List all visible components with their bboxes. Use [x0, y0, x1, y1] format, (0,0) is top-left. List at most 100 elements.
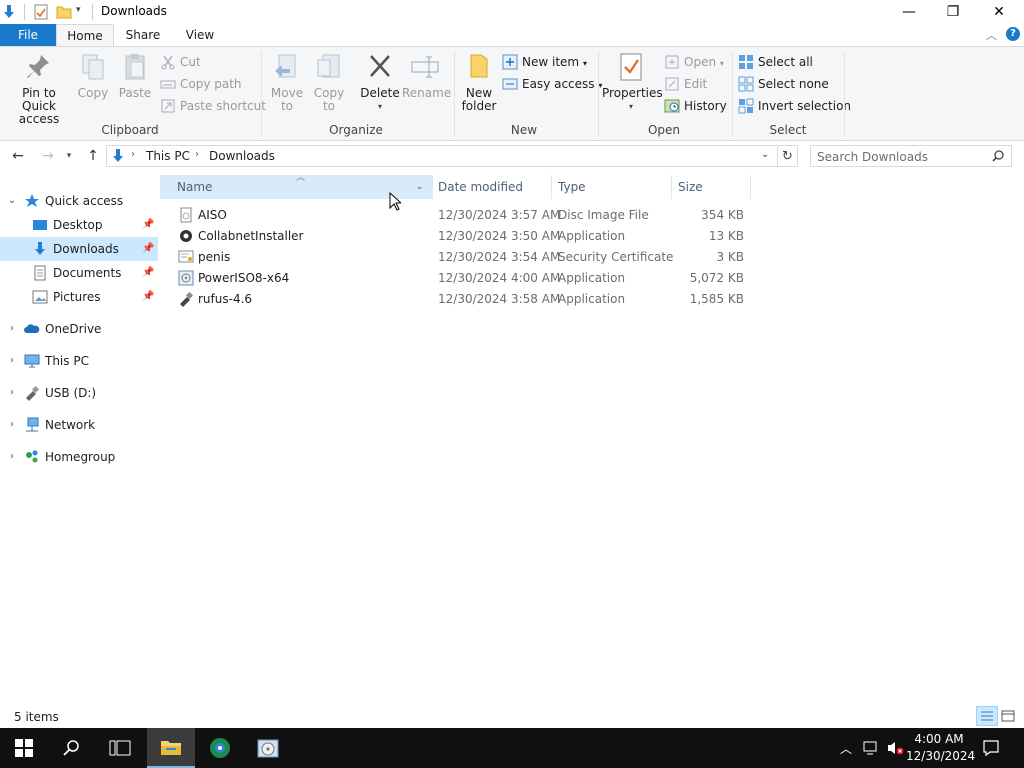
properties-button[interactable]: Properties ▾: [602, 51, 663, 113]
collapsed-chevron-icon[interactable]: ›: [6, 445, 18, 469]
column-header-name-label: Name: [177, 180, 213, 194]
tab-file[interactable]: File: [0, 24, 56, 46]
details-view-icon[interactable]: [976, 706, 998, 726]
copy-button[interactable]: Copy: [76, 51, 110, 100]
nav-usb-drive-label: USB (D:): [45, 386, 97, 400]
expanded-chevron-icon[interactable]: ⌄: [6, 189, 18, 213]
breadcrumb-downloads[interactable]: Downloads: [209, 149, 275, 163]
move-to-button[interactable]: Move to: [268, 51, 306, 113]
delete-dropdown-icon[interactable]: ▾: [360, 100, 400, 113]
paste-shortcut-button[interactable]: Paste shortcut: [160, 97, 266, 115]
show-hidden-icons-chevron-icon[interactable]: ︿: [840, 740, 852, 757]
back-arrow-icon[interactable]: ←: [8, 147, 28, 165]
address-bar[interactable]: › This PC › Downloads ⌄: [106, 145, 778, 167]
properties-quick-icon[interactable]: [33, 4, 49, 20]
help-icon[interactable]: ?: [1006, 27, 1020, 41]
nav-pictures[interactable]: Pictures 📌: [0, 285, 158, 309]
column-header-size[interactable]: Size: [678, 175, 703, 199]
volume-muted-icon[interactable]: [886, 740, 904, 759]
refresh-icon[interactable]: ↻: [778, 145, 798, 167]
minimize-button[interactable]: —: [886, 0, 932, 24]
delete-button[interactable]: Delete ▾: [360, 51, 400, 113]
onedrive-icon: [24, 321, 40, 337]
pin-icon[interactable]: 📌: [142, 261, 154, 285]
nav-quick-access[interactable]: ⌄ Quick access: [0, 189, 158, 213]
collapsed-chevron-icon[interactable]: ›: [6, 349, 18, 373]
column-divider[interactable]: [671, 175, 672, 199]
rename-button[interactable]: Rename: [402, 51, 451, 100]
copy-path-button[interactable]: Copy path: [160, 75, 242, 93]
file-row[interactable]: AISO 12/30/2024 3:57 AM Disc Image File …: [160, 205, 752, 226]
pin-icon[interactable]: 📌: [142, 237, 154, 261]
action-center-icon[interactable]: [982, 739, 1000, 760]
properties-dropdown-icon[interactable]: ▾: [602, 100, 660, 113]
file-row[interactable]: PowerISO8-x64 12/30/2024 4:00 AM Applica…: [160, 268, 752, 289]
nav-homegroup[interactable]: › Homegroup: [0, 445, 158, 469]
new-folder-quick-icon[interactable]: [56, 4, 72, 20]
start-button[interactable]: [0, 728, 48, 768]
column-header-date-modified[interactable]: Date modified: [438, 175, 523, 199]
collapsed-chevron-icon[interactable]: ›: [6, 317, 18, 341]
new-folder-button[interactable]: New folder: [460, 51, 498, 113]
recent-locations-chevron-icon[interactable]: ▾: [62, 147, 76, 165]
easy-access-button[interactable]: Easy access ▾: [502, 75, 602, 93]
edit-button[interactable]: Edit: [664, 75, 707, 93]
search-box[interactable]: [810, 145, 1012, 167]
pin-icon[interactable]: 📌: [142, 285, 154, 309]
collapse-ribbon-icon[interactable]: ︿: [986, 27, 997, 43]
nav-network[interactable]: › Network: [0, 413, 158, 437]
column-header-type[interactable]: Type: [558, 175, 586, 199]
forward-arrow-icon[interactable]: →: [38, 147, 58, 165]
downloads-folder-icon[interactable]: [2, 4, 16, 20]
column-filter-chevron-icon[interactable]: ⌄: [416, 175, 424, 199]
open-button[interactable]: Open ▾: [664, 53, 724, 71]
nav-this-pc[interactable]: › This PC: [0, 349, 158, 373]
invert-selection-button[interactable]: Invert selection: [738, 97, 851, 115]
breadcrumb-chevron-icon[interactable]: ›: [195, 149, 199, 160]
collapsed-chevron-icon[interactable]: ›: [6, 381, 18, 405]
file-row[interactable]: CollabnetInstaller 12/30/2024 3:50 AM Ap…: [160, 226, 752, 247]
poweriso-taskbar-button[interactable]: [244, 728, 292, 768]
large-icons-view-icon[interactable]: [1000, 708, 1016, 727]
breadcrumb-chevron-icon[interactable]: ›: [131, 149, 135, 160]
tab-view[interactable]: View: [172, 24, 228, 46]
nav-usb-drive[interactable]: › USB (D:): [0, 381, 158, 405]
pin-to-quick-access-button[interactable]: Pin to Quick access: [4, 51, 74, 126]
cut-button[interactable]: Cut: [160, 53, 201, 71]
tab-share[interactable]: Share: [114, 24, 172, 46]
nav-downloads[interactable]: Downloads 📌: [0, 237, 158, 261]
column-divider[interactable]: [432, 175, 433, 199]
collapsed-chevron-icon[interactable]: ›: [6, 413, 18, 437]
copy-to-button[interactable]: Copy to: [310, 51, 348, 113]
nav-documents[interactable]: Documents 📌: [0, 261, 158, 285]
history-button[interactable]: History: [664, 97, 727, 115]
pin-icon[interactable]: 📌: [142, 213, 154, 237]
column-divider[interactable]: [551, 175, 552, 199]
nav-onedrive[interactable]: › OneDrive: [0, 317, 158, 341]
search-input[interactable]: [817, 149, 987, 164]
open-icon: [664, 54, 680, 70]
task-view-button[interactable]: [96, 728, 144, 768]
customize-toolbar-icon[interactable]: ▾: [76, 5, 81, 21]
search-icon[interactable]: [991, 149, 1005, 166]
file-row[interactable]: penis 12/30/2024 3:54 AM Security Certif…: [160, 247, 752, 268]
browser-taskbar-button[interactable]: [196, 728, 244, 768]
file-row[interactable]: rufus-4.6 12/30/2024 3:58 AM Application…: [160, 289, 752, 310]
up-arrow-icon[interactable]: ↑: [83, 147, 103, 165]
restore-button[interactable]: ❐: [930, 0, 976, 24]
select-none-button[interactable]: Select none: [738, 75, 829, 93]
paste-button[interactable]: Paste: [116, 51, 154, 100]
address-history-chevron-icon[interactable]: ⌄: [761, 149, 769, 160]
search-taskbar-button[interactable]: [48, 728, 96, 768]
file-explorer-taskbar-button[interactable]: [147, 728, 195, 768]
new-item-button[interactable]: New item ▾: [502, 53, 587, 71]
close-button[interactable]: ✕: [976, 0, 1022, 24]
system-clock[interactable]: 4:00 AM 12/30/2024: [906, 731, 975, 765]
network-status-icon[interactable]: [862, 740, 880, 759]
tab-home[interactable]: Home: [56, 24, 114, 47]
copy-path-icon: [160, 76, 176, 92]
breadcrumb-this-pc[interactable]: This PC: [146, 149, 190, 163]
select-all-button[interactable]: Select all: [738, 53, 813, 71]
nav-desktop[interactable]: Desktop 📌: [0, 213, 158, 237]
column-divider[interactable]: [750, 175, 751, 199]
